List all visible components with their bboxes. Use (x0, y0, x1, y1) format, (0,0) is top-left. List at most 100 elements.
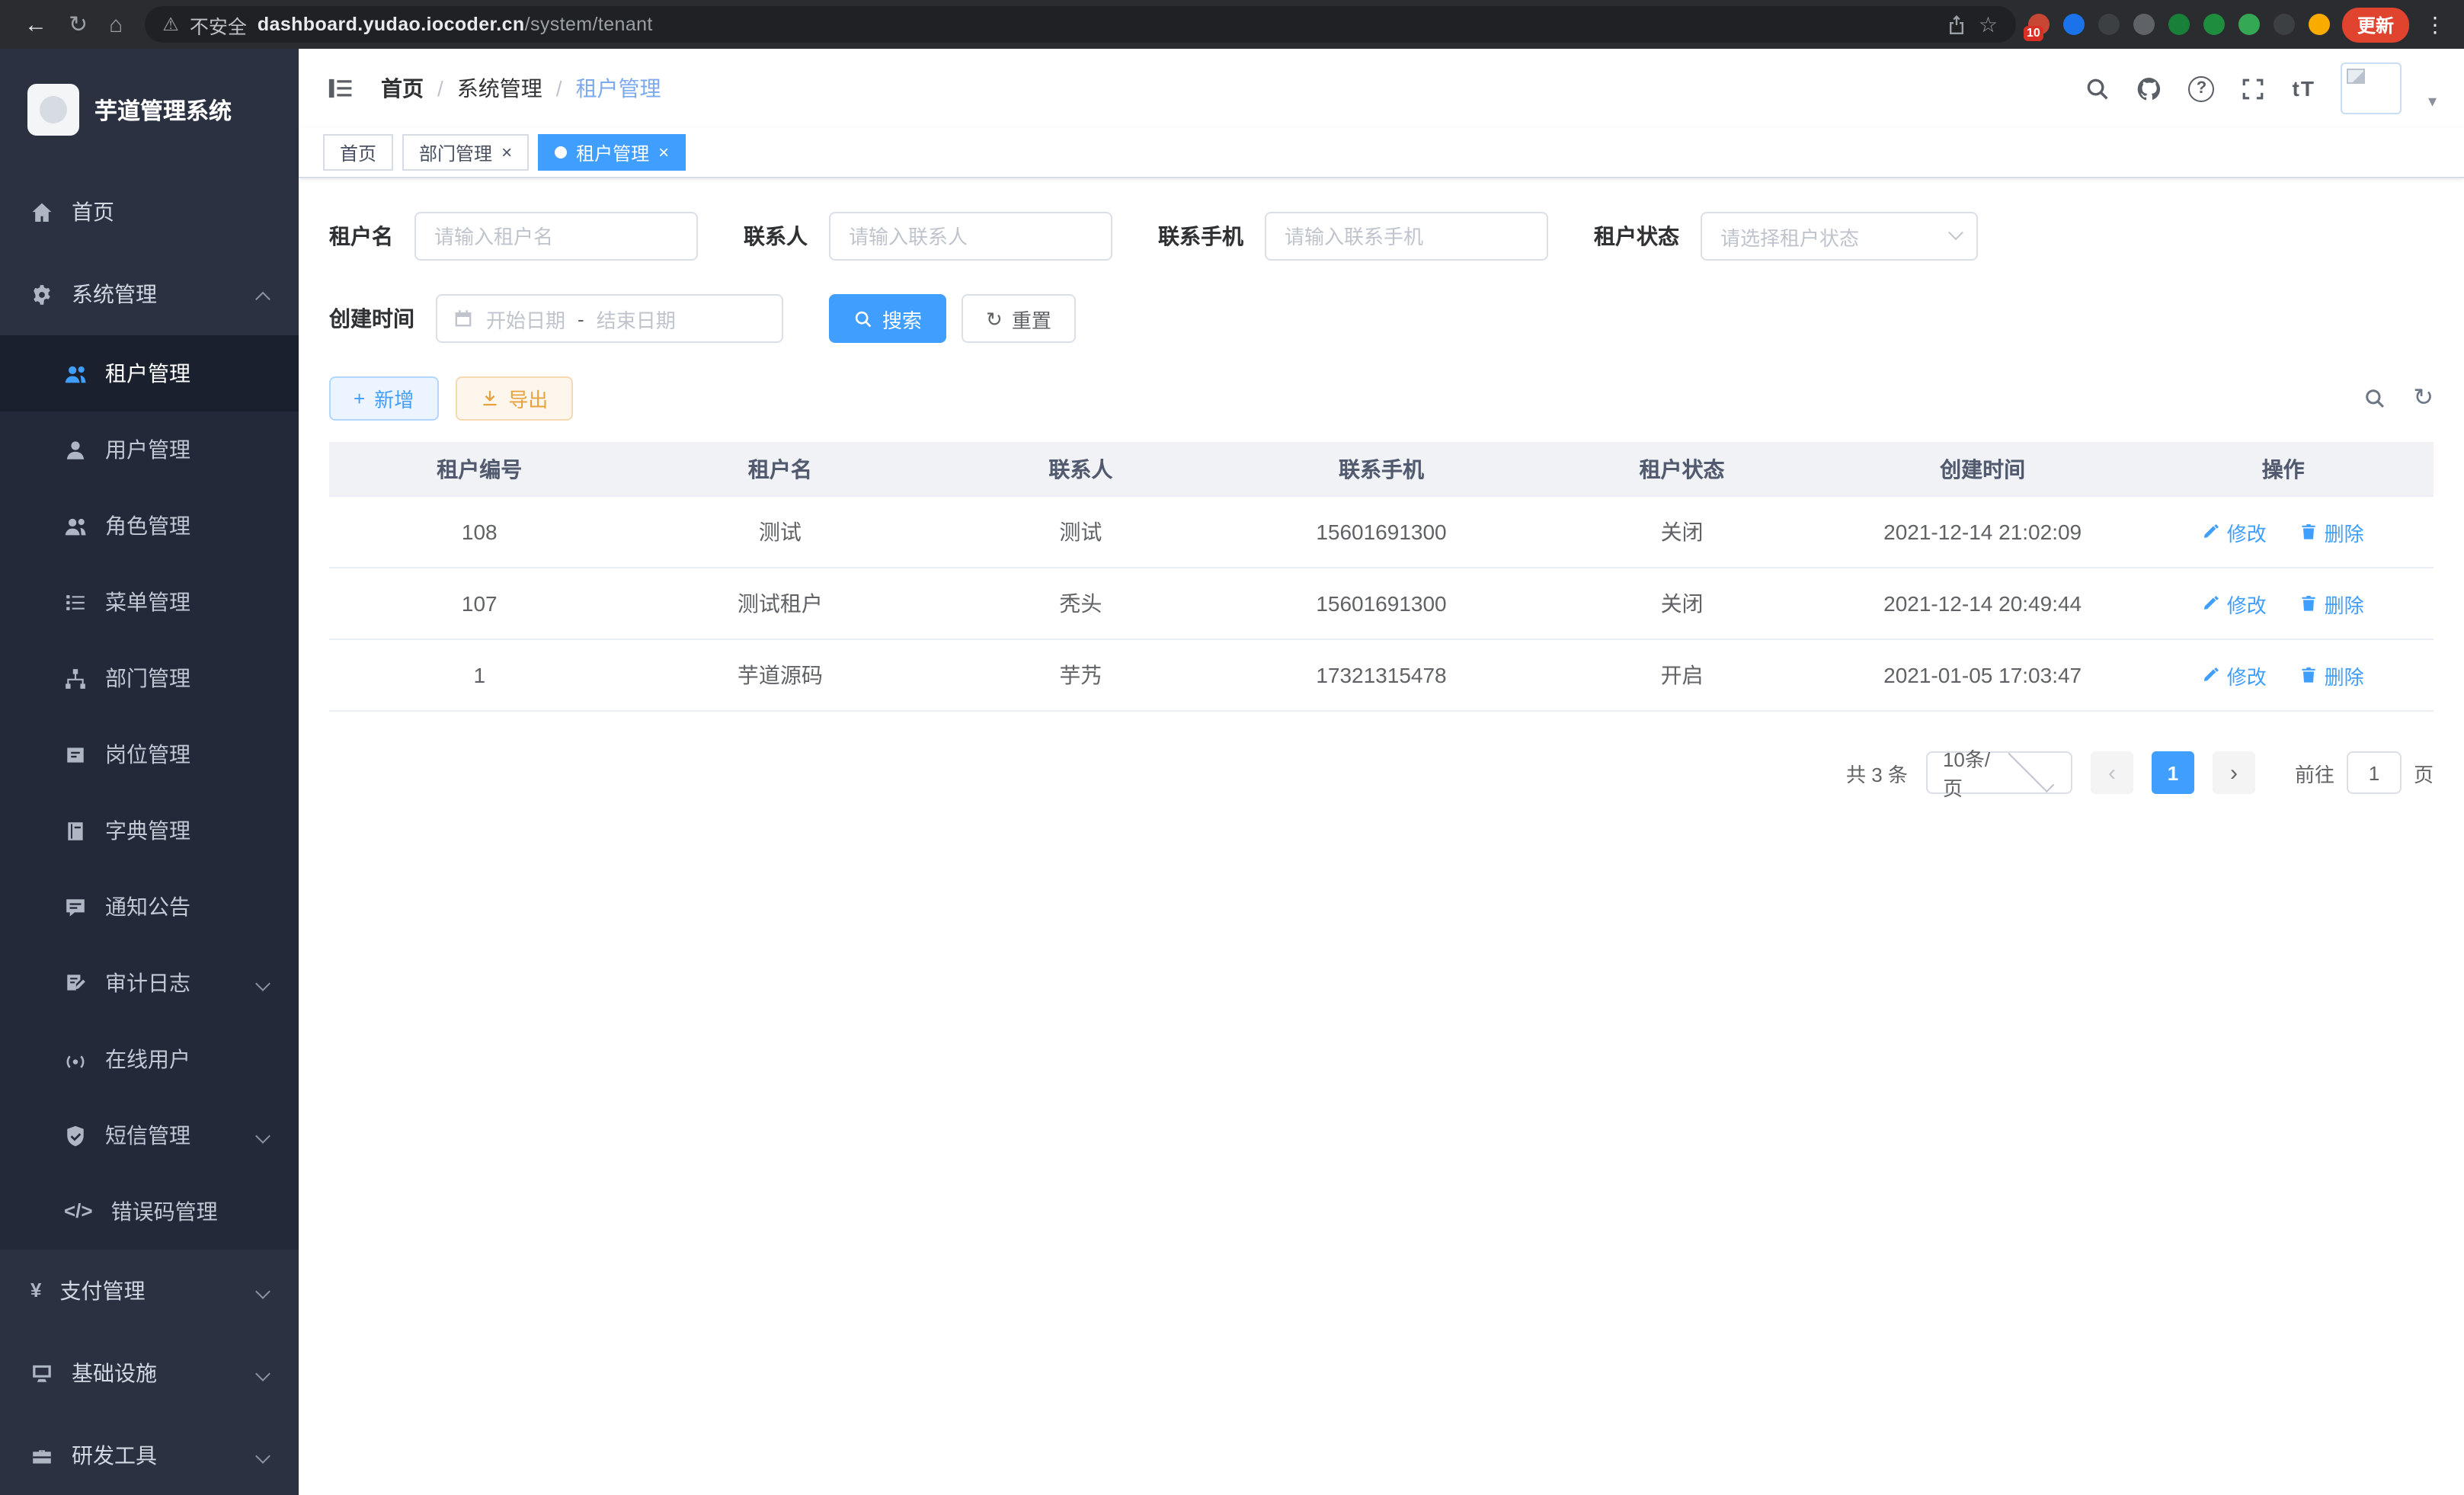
link-label: 修改 (2227, 589, 2267, 618)
tenants-icon (64, 362, 87, 385)
back-icon[interactable]: ← (24, 11, 47, 37)
extension-icon[interactable] (2238, 14, 2260, 35)
column-header: 联系手机 (1231, 453, 1532, 484)
sidebar-item-system[interactable]: 系统管理 (0, 253, 299, 335)
edit-link[interactable]: 修改 (2203, 517, 2267, 546)
chrome-update-button[interactable]: 更新 (2342, 7, 2409, 42)
search-icon[interactable] (2085, 75, 2111, 101)
cell-actions: 修改 删除 (2133, 661, 2434, 690)
fullscreen-icon[interactable] (2241, 75, 2267, 101)
sidebar-item-notice[interactable]: 通知公告 (0, 869, 299, 945)
extension-icon[interactable] (2098, 14, 2120, 35)
close-icon[interactable]: × (501, 143, 512, 162)
extension-icon[interactable] (2063, 14, 2085, 35)
delete-link[interactable]: 删除 (2300, 661, 2364, 690)
url-bar[interactable]: ⚠ 不安全 dashboard.yudao.iocoder.cn/system/… (144, 6, 2016, 43)
button-label: 搜索 (882, 304, 922, 333)
sidebar-item-dept[interactable]: 部门管理 (0, 640, 299, 716)
chevron-down-icon (255, 1448, 270, 1463)
next-page-button[interactable]: › (2213, 751, 2255, 794)
filter-label: 租户状态 (1594, 221, 1679, 251)
pencil-icon (2203, 523, 2221, 541)
sidebar-item-errcode[interactable]: </> 错误码管理 (0, 1173, 299, 1250)
share-icon[interactable] (1947, 14, 1968, 35)
delete-link[interactable]: 删除 (2300, 517, 2364, 546)
caret-down-icon[interactable]: ▾ (2428, 91, 2437, 114)
sidebar-item-infra[interactable]: 基础设施 (0, 1332, 299, 1414)
sidebar-item-sms[interactable]: 短信管理 (0, 1097, 299, 1173)
sidebar-item-role[interactable]: 角色管理 (0, 488, 299, 564)
extension-icon[interactable] (2274, 14, 2295, 35)
breadcrumb-system[interactable]: 系统管理 (457, 73, 562, 104)
sidebar-item-online[interactable]: 在线用户 (0, 1021, 299, 1097)
extension-icon[interactable]: 10 (2028, 14, 2050, 35)
column-header: 租户状态 (1531, 453, 1832, 484)
org-tree-icon (64, 667, 87, 690)
cell-created: 2021-12-14 21:02:09 (1832, 520, 2133, 544)
tab-home[interactable]: 首页 (323, 134, 393, 171)
sidebar-item-dict[interactable]: 字典管理 (0, 792, 299, 869)
reset-button[interactable]: ↻ 重置 (962, 294, 1076, 343)
font-size-icon[interactable]: tT (2293, 76, 2315, 101)
cell-id: 1 (329, 663, 630, 687)
add-button[interactable]: + 新增 (329, 376, 438, 421)
export-button[interactable]: 导出 (455, 376, 572, 421)
breadcrumb-home[interactable]: 首页 (381, 73, 443, 104)
filter-label: 联系人 (744, 221, 808, 251)
prev-page-button[interactable]: ‹ (2091, 751, 2133, 794)
edit-link[interactable]: 修改 (2203, 661, 2267, 690)
refresh-table-icon[interactable]: ↻ (2413, 386, 2434, 411)
phone-input[interactable] (1265, 212, 1548, 261)
close-icon[interactable]: × (658, 143, 669, 162)
url-text[interactable]: dashboard.yudao.iocoder.cn/system/tenant (258, 14, 653, 35)
sidebar-item-label: 菜单管理 (105, 587, 190, 617)
sidebar-item-audit[interactable]: 审计日志 (0, 945, 299, 1021)
date-start-placeholder: 开始日期 (486, 304, 565, 333)
main-area: 首页 系统管理 租户管理 ? tT ▾ 首页 (299, 49, 2464, 1495)
cell-id: 107 (329, 591, 630, 616)
status-select[interactable]: 请选择租户状态 (1701, 212, 1978, 261)
filter-label: 租户名 (329, 221, 393, 251)
monitor-icon (30, 1362, 53, 1385)
refresh-icon[interactable]: ↻ (69, 11, 88, 38)
app-header: 首页 系统管理 租户管理 ? tT ▾ (299, 49, 2464, 128)
delete-link[interactable]: 删除 (2300, 589, 2364, 618)
sidebar-item-label: 错误码管理 (111, 1196, 218, 1227)
tab-dept[interactable]: 部门管理 × (402, 134, 529, 171)
sidebar-item-pay[interactable]: ¥ 支付管理 (0, 1250, 299, 1332)
tenant-name-input[interactable] (414, 212, 698, 261)
date-range-input[interactable]: 开始日期 - 结束日期 (436, 294, 783, 343)
chevron-down-icon (1948, 224, 1963, 239)
github-icon[interactable] (2137, 75, 2163, 101)
edit-link[interactable]: 修改 (2203, 589, 2267, 618)
trash-icon (2300, 594, 2318, 613)
pencil-icon (2203, 666, 2221, 684)
goto-page-input[interactable] (2347, 751, 2402, 794)
page-size-select[interactable]: 10条/页 (1926, 751, 2072, 794)
security-label[interactable]: 不安全 (190, 10, 247, 39)
table-row: 107 测试租户 秃头 15601691300 关闭 2021-12-14 20… (329, 568, 2434, 640)
profile-avatar-icon[interactable] (2309, 14, 2330, 35)
contact-input[interactable] (829, 212, 1112, 261)
hide-search-icon[interactable] (2363, 387, 2386, 410)
sidebar-item-user[interactable]: 用户管理 (0, 411, 299, 488)
extension-icon[interactable] (2203, 14, 2225, 35)
sidebar-item-tenant[interactable]: 租户管理 (0, 335, 299, 411)
home-icon[interactable]: ⌂ (109, 11, 123, 37)
sidebar-item-post[interactable]: 岗位管理 (0, 716, 299, 792)
extension-icon[interactable] (2133, 14, 2155, 35)
extension-icon[interactable] (2168, 14, 2190, 35)
sidebar-fold-icon[interactable] (326, 75, 354, 102)
sidebar-item-devtools[interactable]: 研发工具 (0, 1414, 299, 1495)
help-icon[interactable]: ? (2189, 75, 2215, 101)
tab-tenant[interactable]: 租户管理 × (538, 134, 686, 171)
avatar[interactable] (2341, 62, 2402, 114)
search-button[interactable]: 搜索 (829, 294, 946, 343)
page-1-button[interactable]: 1 (2152, 751, 2194, 794)
sidebar-item-home[interactable]: 首页 (0, 171, 299, 253)
logo-row[interactable]: 芋道管理系统 (0, 49, 299, 171)
download-icon (479, 389, 499, 408)
browser-menu-icon[interactable]: ⋮ (2421, 11, 2449, 37)
bookmark-star-icon[interactable]: ☆ (1979, 11, 1998, 37)
sidebar-item-menu[interactable]: 菜单管理 (0, 564, 299, 640)
